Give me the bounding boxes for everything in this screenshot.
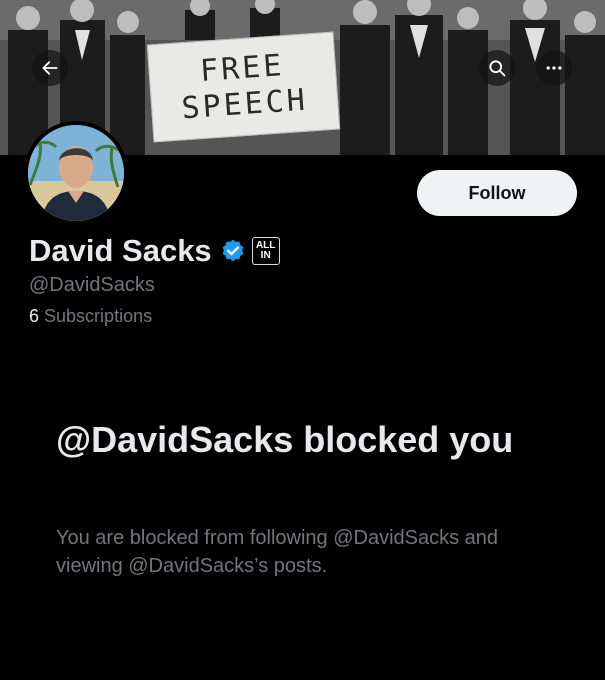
subscriptions-label: Subscriptions	[44, 306, 153, 326]
free-speech-sign: FREE SPEECH	[146, 31, 341, 143]
avatar[interactable]	[24, 121, 128, 225]
sign-line-2: SPEECH	[180, 82, 309, 127]
avatar-photo	[28, 125, 124, 221]
follow-button[interactable]: Follow	[417, 170, 577, 216]
profile-name: David Sacks	[29, 233, 212, 268]
affiliation-badge[interactable]: ALL IN	[251, 237, 280, 265]
profile-handle: @DavidSacks	[29, 274, 155, 296]
affiliation-line-2: IN	[260, 250, 271, 261]
profile-name-row: David Sacks ALL IN	[29, 233, 280, 269]
subscriptions-count: 6	[29, 306, 40, 326]
more-button[interactable]	[536, 50, 572, 86]
search-button[interactable]	[479, 50, 515, 86]
verified-badge-icon[interactable]	[220, 238, 246, 264]
blocked-description: You are blocked from following @DavidSac…	[56, 527, 499, 577]
search-icon	[489, 60, 506, 77]
more-horizontal-icon	[546, 66, 562, 70]
arrow-left-icon	[42, 61, 58, 75]
subscriptions-link[interactable]: 6 Subscriptions	[29, 306, 152, 327]
back-button[interactable]	[32, 50, 68, 86]
sign-line-1: FREE	[198, 48, 286, 89]
blocked-title: @DavidSacks blocked you	[56, 419, 514, 460]
